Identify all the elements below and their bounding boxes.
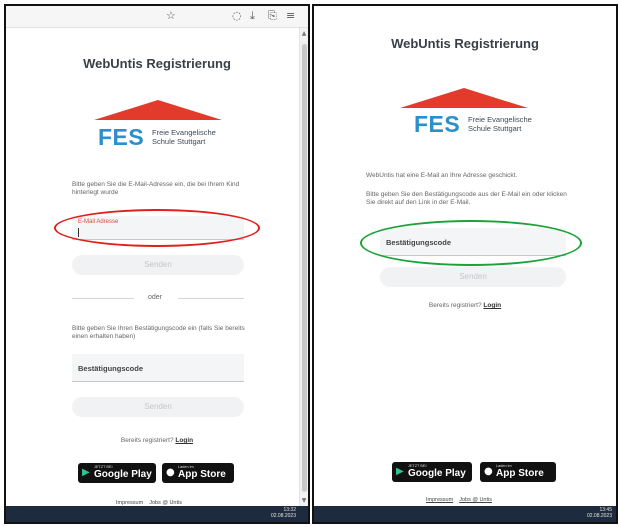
send-code-button[interactable]: Senden — [380, 267, 566, 287]
logo-school-name: Freie Evangelische Schule Stuttgart — [468, 115, 532, 133]
browser-toolbar: ☆ ◌ ⤓ ⎘ ≡ — [6, 6, 308, 28]
scrollbar[interactable]: ▲ ▼ — [299, 28, 308, 506]
left-screen: ☆ ◌ ⤓ ⎘ ≡ ▲ ▼ WebUntis Registrierung FES… — [4, 4, 310, 524]
star-icon[interactable]: ☆ — [166, 9, 176, 23]
logo-abbr: FES — [98, 124, 145, 150]
logo-roof — [400, 88, 528, 108]
divider-line-left — [72, 298, 134, 299]
page-title: WebUntis Registrierung — [83, 56, 231, 71]
send-email-button[interactable]: Senden — [72, 255, 244, 275]
right-screen: WebUntis Registrierung FES Freie Evangel… — [312, 4, 618, 524]
confirmation-code-label: Bestätigungscode — [78, 364, 144, 373]
google-play-badge[interactable]: ▶ JETZT BEI Google Play — [78, 463, 156, 483]
logo-roof — [94, 100, 222, 120]
app-store-badge[interactable]: ● Laden im App Store — [162, 463, 234, 483]
scroll-thumb[interactable] — [302, 44, 307, 492]
confirmation-code-field[interactable]: Bestätigungscode — [72, 354, 244, 382]
scroll-up-icon[interactable]: ▲ — [300, 30, 308, 37]
email-sent-message: WebUntis hat eine E-Mail an Ihre Adresse… — [366, 172, 518, 179]
google-play-icon: ▶ — [82, 467, 90, 478]
taskbar: 13:32 02.08.2023 — [6, 506, 308, 522]
menu-icon[interactable]: ≡ — [286, 9, 295, 23]
registered-line: Bereits registriert? Login — [120, 437, 194, 444]
green-annotation-ellipse — [360, 220, 582, 266]
login-link[interactable]: Login — [483, 302, 501, 309]
download-icon[interactable]: ⤓ — [250, 9, 255, 23]
jobs-link[interactable]: Jobs @ Untis — [459, 497, 492, 503]
scroll-down-icon[interactable]: ▼ — [300, 497, 308, 504]
extensions-icon[interactable]: ⎘ — [268, 9, 277, 23]
registered-line: Bereits registriert? Login — [428, 302, 502, 309]
login-link[interactable]: Login — [175, 437, 193, 444]
pocket-icon[interactable]: ◌ — [232, 9, 242, 23]
divider-label: oder — [148, 294, 163, 301]
apple-icon: ● — [166, 467, 175, 478]
page-footer: Impressum Jobs @ Untis — [426, 497, 498, 503]
taskbar-clock: 13:45 02.08.2023 — [586, 507, 612, 519]
google-play-icon: ▶ — [396, 466, 404, 477]
divider-line-right — [178, 298, 244, 299]
send-code-button[interactable]: Senden — [72, 397, 244, 417]
apple-icon: ● — [484, 466, 493, 477]
page-title: WebUntis Registrierung — [391, 36, 539, 51]
impressum-link[interactable]: Impressum — [426, 497, 453, 503]
taskbar: 13:45 02.08.2023 — [314, 506, 616, 522]
code-prompt: Bitte geben Sie Ihren Bestätigungscode e… — [72, 325, 245, 340]
app-store-badge[interactable]: ● Laden im App Store — [480, 462, 556, 482]
logo-abbr: FES — [414, 111, 461, 137]
google-play-badge[interactable]: ▶ JETZT BEI Google Play — [392, 462, 472, 482]
screenshot-composite: ☆ ◌ ⤓ ⎘ ≡ ▲ ▼ WebUntis Registrierung FES… — [0, 0, 621, 527]
red-annotation-ellipse — [54, 209, 260, 247]
code-prompt: Bitte geben Sie den Bestätigungscode aus… — [366, 191, 567, 206]
logo-school-name: Freie Evangelische Schule Stuttgart — [152, 128, 216, 146]
taskbar-clock: 13:32 02.08.2023 — [270, 507, 296, 519]
email-prompt: Bitte geben Sie die E-Mail-Adresse ein, … — [72, 181, 240, 196]
